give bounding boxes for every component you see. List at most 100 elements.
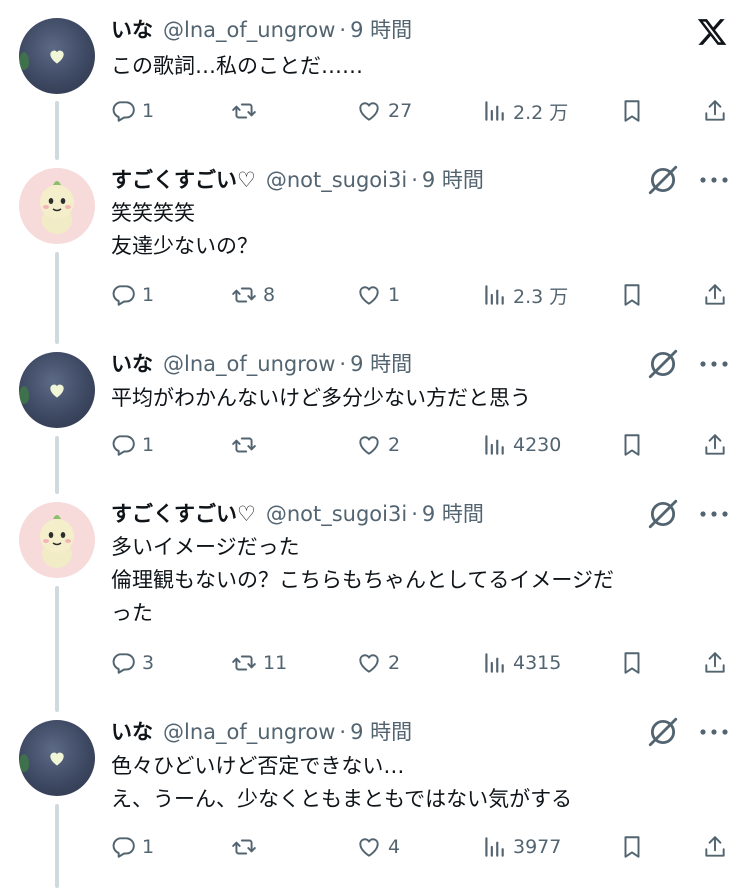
share-button[interactable] xyxy=(702,278,728,312)
heart-sticker-icon xyxy=(50,752,64,766)
timestamp[interactable]: 9 時間 xyxy=(350,718,412,746)
repost-button[interactable] xyxy=(231,428,263,462)
user-handle[interactable]: @not_sugoi3i xyxy=(266,500,407,528)
display-name[interactable]: いな xyxy=(111,16,153,44)
reply-count: 1 xyxy=(142,434,155,456)
display-name[interactable]: いな xyxy=(111,718,153,746)
like-count: 4 xyxy=(388,836,401,858)
user-handle[interactable]: @lna_of_ungrow xyxy=(163,16,335,44)
reply-icon xyxy=(112,653,135,674)
avatar[interactable] xyxy=(19,18,95,94)
repost-button[interactable] xyxy=(231,94,263,128)
bookmark-button[interactable] xyxy=(619,94,645,128)
post-header: すごくすごい♡ @not_sugoi3i · 9 時間 xyxy=(111,166,484,194)
user-handle[interactable]: @lna_of_ungrow xyxy=(163,350,335,378)
analytics-icon xyxy=(485,435,504,455)
reply-button[interactable]: 1 xyxy=(110,830,154,864)
repost-button[interactable]: 8 xyxy=(231,278,275,312)
avatar[interactable] xyxy=(19,168,95,244)
avatar[interactable] xyxy=(19,720,95,796)
repost-icon xyxy=(232,839,256,855)
more-options-icon[interactable] xyxy=(698,509,730,519)
like-count: 27 xyxy=(388,100,413,122)
like-button[interactable]: 4 xyxy=(356,830,400,864)
post-text-line: 笑笑笑笑 xyxy=(111,201,195,225)
bookmark-button[interactable] xyxy=(619,278,645,312)
repost-count: 11 xyxy=(263,652,288,674)
reply-count: 3 xyxy=(142,652,155,674)
display-name[interactable]: いな xyxy=(111,350,153,378)
repost-button[interactable] xyxy=(231,830,263,864)
like-count: 2 xyxy=(388,652,401,674)
bookmark-button[interactable] xyxy=(619,830,645,864)
timestamp[interactable]: 9 時間 xyxy=(422,166,484,194)
share-icon xyxy=(705,100,725,121)
repost-icon xyxy=(232,103,256,119)
user-handle[interactable]: @not_sugoi3i xyxy=(266,166,407,194)
views-button[interactable]: 4315 xyxy=(481,646,561,680)
repost-icon xyxy=(232,655,256,671)
thread-conversation: いな @lna_of_ungrow · 9 時間 この歌詞…私のことだ…… 1 … xyxy=(0,0,750,888)
like-button[interactable]: 2 xyxy=(356,646,400,680)
avatar[interactable] xyxy=(19,352,95,428)
post-text: 色々ひどいけど否定できない… え、うーん、少なくともまともではない気がする xyxy=(111,750,711,816)
share-button[interactable] xyxy=(702,646,728,680)
views-button[interactable]: 2.2 万 xyxy=(481,94,568,128)
post-text-line: え、うーん、少なくともまともではない気がする xyxy=(111,787,573,811)
more-options-icon[interactable] xyxy=(698,359,730,369)
reply-button[interactable]: 1 xyxy=(110,94,154,128)
reply-count: 1 xyxy=(142,100,155,122)
thread-connector xyxy=(55,101,59,160)
mascot-avatar-icon xyxy=(40,515,74,568)
display-name[interactable]: すごくすごい♡ xyxy=(111,500,256,528)
heart-icon xyxy=(359,838,379,857)
thread-connector xyxy=(55,252,59,344)
view-count: 2.3 万 xyxy=(513,285,569,308)
post-text-line: 多いイメージだった xyxy=(111,535,300,559)
post-header: いな @lna_of_ungrow · 9 時間 xyxy=(111,16,412,44)
share-button[interactable] xyxy=(702,94,728,128)
more-options-icon[interactable] xyxy=(698,175,730,185)
like-count: 2 xyxy=(388,434,401,456)
like-count: 1 xyxy=(388,284,401,306)
grok-icon[interactable] xyxy=(646,715,680,749)
user-handle[interactable]: @lna_of_ungrow xyxy=(163,718,335,746)
share-button[interactable] xyxy=(702,830,728,864)
post-text-line: 友達少ないの？ xyxy=(111,234,258,258)
reply-count: 1 xyxy=(142,836,155,858)
reply-button[interactable]: 1 xyxy=(110,428,154,462)
thread-connector xyxy=(55,586,59,712)
view-count: 4315 xyxy=(513,652,562,674)
grok-icon[interactable] xyxy=(646,347,680,381)
post-header: すごくすごい♡ @not_sugoi3i · 9 時間 xyxy=(111,500,484,528)
views-button[interactable]: 2.3 万 xyxy=(481,278,568,312)
bookmark-icon xyxy=(624,652,640,674)
heart-icon xyxy=(359,102,379,121)
like-button[interactable]: 27 xyxy=(356,94,412,128)
reply-button[interactable]: 3 xyxy=(110,646,154,680)
separator: · xyxy=(411,502,418,526)
views-button[interactable]: 4230 xyxy=(481,428,561,462)
grok-icon[interactable] xyxy=(646,497,680,531)
repost-count: 8 xyxy=(263,284,276,306)
display-name[interactable]: すごくすごい♡ xyxy=(111,166,256,194)
like-button[interactable]: 2 xyxy=(356,428,400,462)
reply-button[interactable]: 1 xyxy=(110,278,154,312)
grok-icon[interactable] xyxy=(646,163,680,197)
more-options-icon[interactable] xyxy=(698,727,730,737)
analytics-icon xyxy=(485,285,504,305)
post-text-line: った xyxy=(111,601,153,625)
timestamp[interactable]: 9 時間 xyxy=(350,350,412,378)
timestamp[interactable]: 9 時間 xyxy=(422,500,484,528)
x-logo-icon[interactable] xyxy=(696,16,728,48)
repost-button[interactable]: 11 xyxy=(231,646,287,680)
share-button[interactable] xyxy=(702,428,728,462)
views-button[interactable]: 3977 xyxy=(481,830,561,864)
bookmark-button[interactable] xyxy=(619,646,645,680)
reply-icon xyxy=(112,101,135,122)
heart-sticker-icon xyxy=(50,384,64,398)
bookmark-button[interactable] xyxy=(619,428,645,462)
avatar[interactable] xyxy=(19,502,95,578)
like-button[interactable]: 1 xyxy=(356,278,400,312)
timestamp[interactable]: 9 時間 xyxy=(350,16,412,44)
